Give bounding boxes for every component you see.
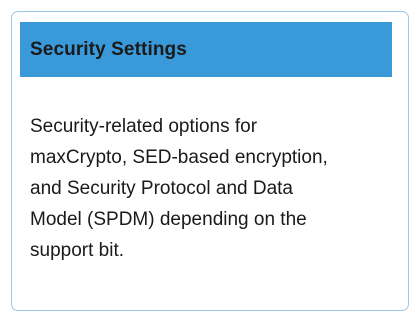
panel-title: Security Settings bbox=[30, 38, 187, 60]
panel-header: Security Settings bbox=[20, 22, 392, 77]
panel-description: Security-related options for maxCrypto, … bbox=[30, 116, 328, 261]
